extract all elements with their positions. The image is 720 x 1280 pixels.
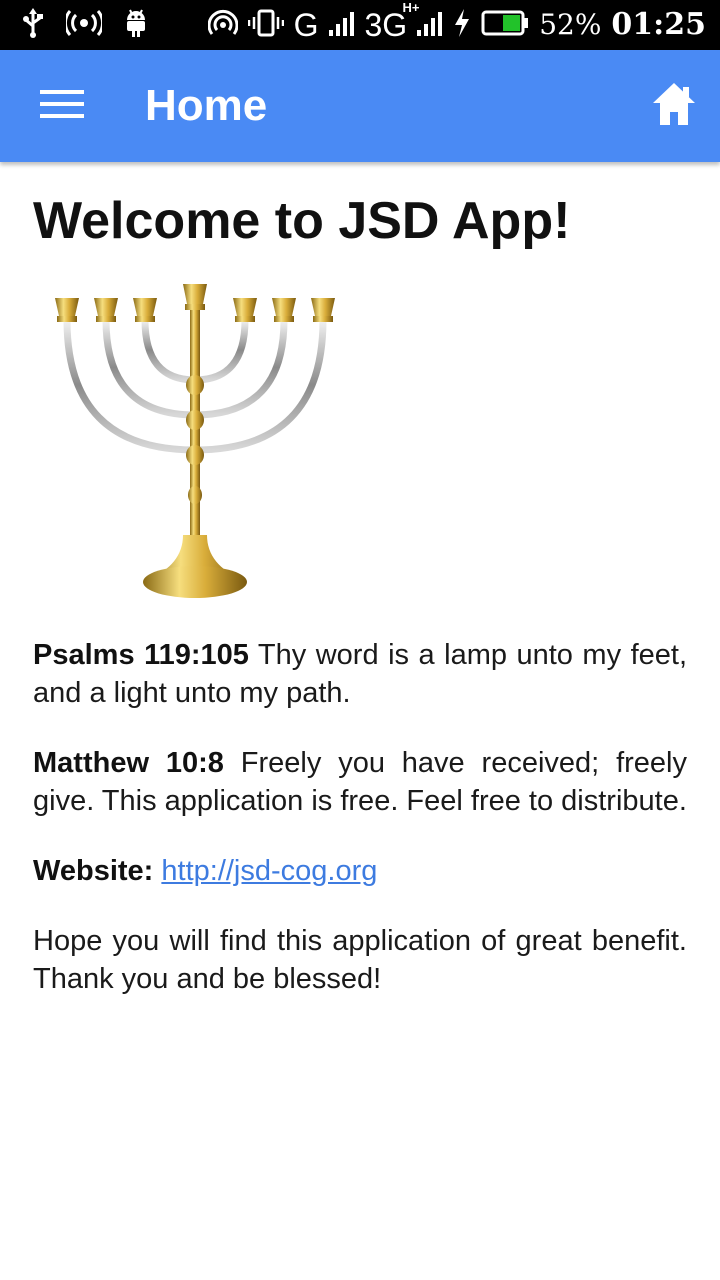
welcome-heading: Welcome to JSD App!: [33, 192, 571, 250]
vibrate-icon: [247, 8, 284, 43]
network-hplus-label: H+: [402, 0, 420, 15]
matthew-verse: Matthew 10:8 Freely you have received; f…: [33, 744, 687, 820]
hamburger-menu-icon: [40, 88, 84, 125]
menu-button[interactable]: [30, 82, 94, 130]
android-debug-icon: [124, 8, 148, 43]
page-title: Home: [145, 81, 268, 130]
usb-icon: [22, 7, 44, 43]
home-button[interactable]: [648, 80, 700, 132]
network-3g-label: 3G: [364, 7, 408, 43]
psalms-reference: Psalms 119:105: [33, 639, 249, 671]
psalms-verse: Psalms 119:105 Thy word is a lamp unto m…: [33, 636, 687, 712]
status-bar-right: G 3G H+ 52% 01:25: [207, 0, 706, 50]
matthew-reference: Matthew 10:8: [33, 747, 224, 779]
network-type-3g: 3G H+: [364, 1, 420, 43]
app-bar: Home: [0, 50, 720, 162]
wifi-hotspot-icon: [207, 8, 239, 43]
website-link[interactable]: http://jsd-cog.org: [161, 855, 377, 887]
charging-icon: [453, 8, 471, 42]
website-line: Website: http://jsd-cog.org: [33, 852, 687, 890]
battery-icon: [481, 10, 529, 41]
signal-icon: [328, 10, 355, 41]
battery-percent: 52%: [539, 8, 602, 41]
network-type-g: G: [293, 7, 319, 43]
website-label: Website:: [33, 855, 154, 887]
status-bar: G 3G H+ 52% 01:25: [0, 0, 720, 50]
clock: 01:25: [611, 7, 706, 42]
home-icon: [651, 81, 697, 132]
hotspot-icon: [63, 9, 105, 41]
signal-icon-2: [417, 10, 443, 41]
status-bar-left: [22, 0, 148, 50]
closing-message: Hope you will find this application of g…: [33, 925, 687, 995]
main-content: Welcome to JSD App! Psalms 119:105 Thy w…: [33, 190, 687, 1030]
menorah-image: [55, 284, 335, 598]
